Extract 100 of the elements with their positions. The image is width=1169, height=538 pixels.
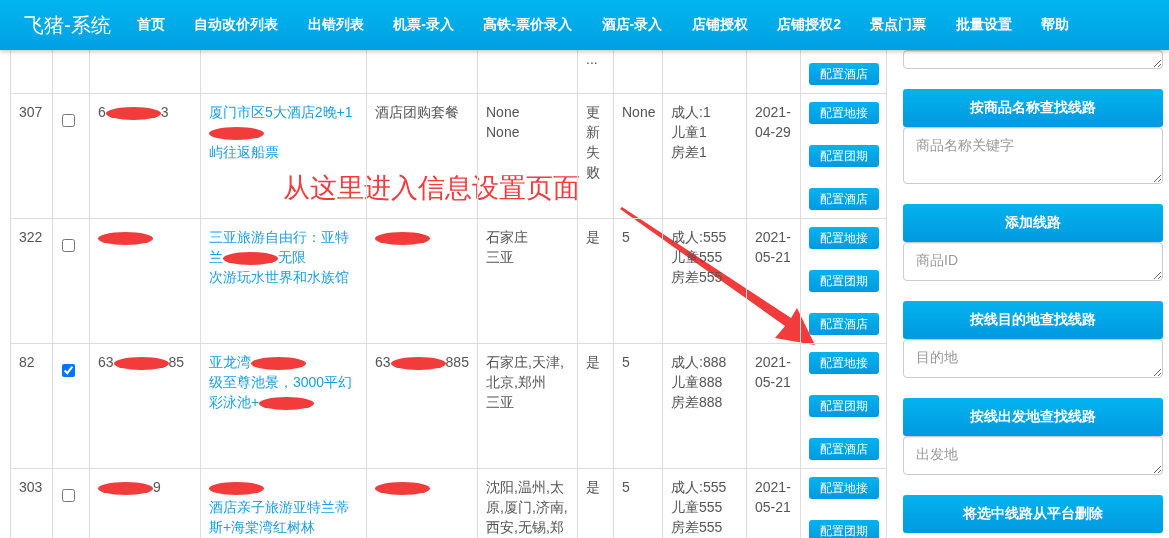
config-button[interactable]: 配置地接 [808, 352, 879, 374]
price-text: 儿童1 [671, 123, 708, 142]
table-cell: 82 [10, 343, 53, 469]
price-text: 房差1 [671, 143, 708, 162]
date-text: 2021-05-21 [755, 228, 792, 267]
code-text: 85 [168, 354, 185, 370]
price-text: 儿童555 [671, 498, 724, 517]
row-checkbox[interactable] [62, 364, 75, 377]
nav-link[interactable]: 机票-录入 [393, 16, 454, 34]
date-text: 2021-05-21 [755, 353, 792, 392]
price-text: 成人:555 [671, 228, 728, 247]
redaction-mark [251, 356, 306, 370]
status-text: ... [586, 51, 598, 67]
redaction-mark [375, 231, 430, 245]
city-text: 三亚 [486, 248, 515, 267]
title-link[interactable]: 级至尊池景，3000平幻 [209, 374, 353, 390]
config-button[interactable]: 配置团期 [808, 520, 879, 538]
nav-link[interactable]: 批量设置 [956, 16, 1012, 34]
nav-link[interactable]: 景点门票 [870, 16, 927, 34]
nav-link[interactable]: 店铺授权 [691, 16, 748, 34]
city-text: 石家庄,天津, [486, 353, 565, 372]
status-text: 是 [586, 478, 600, 497]
table-cell: 307 [10, 93, 53, 219]
city-text: 原,厦门,济南, [486, 498, 569, 517]
nav-link[interactable]: 帮助 [1041, 16, 1070, 34]
redaction-mark [209, 126, 264, 140]
redaction-mark [375, 481, 430, 495]
title-link[interactable]: 亚龙湾 [209, 354, 251, 370]
city-text: 西安,无锡,郑 [486, 518, 565, 537]
status-text: 更新失败 [586, 103, 600, 182]
price-text: 房差888 [671, 393, 724, 412]
price-text: 儿童888 [671, 373, 724, 392]
code-text: 9 [153, 479, 161, 495]
redaction-mark [223, 251, 278, 265]
nav-link[interactable]: 酒店-录入 [601, 16, 663, 34]
code-text: 885 [445, 354, 469, 370]
config-button[interactable]: 配置酒店 [808, 313, 879, 335]
config-button[interactable]: 配置酒店 [808, 63, 879, 85]
input-field[interactable]: 出发地 [903, 436, 1163, 475]
title-link[interactable]: 次游玩水世界和水族馆 [209, 269, 349, 285]
nav-link[interactable]: 出错列表 [307, 16, 364, 34]
app-brand[interactable]: 飞猪-系统 [24, 11, 111, 39]
product-id-field[interactable] [903, 50, 1163, 69]
redaction-mark [259, 396, 315, 410]
price-text: 房差555 [671, 518, 724, 537]
city-text: None [486, 123, 521, 142]
code-text: 3 [160, 104, 169, 120]
price-text: 成人:888 [671, 353, 728, 372]
config-button[interactable]: 配置酒店 [808, 188, 879, 210]
nav-link[interactable]: 店铺授权2 [777, 16, 841, 34]
city-text: 石家庄 [486, 228, 529, 247]
input-field[interactable]: 目的地 [903, 339, 1163, 378]
nav-link[interactable]: 自动改价列表 [194, 16, 279, 34]
row-checkbox[interactable] [62, 489, 75, 502]
code-text: 酒店团购套餐 [375, 104, 459, 120]
city-text: None [486, 103, 521, 122]
title-link[interactable]: 酒店亲子旅游亚特兰蒂 [209, 499, 349, 515]
config-button[interactable]: 配置团期 [808, 395, 879, 417]
code-text: 6 [98, 104, 106, 120]
table-cell: 5 [613, 343, 663, 469]
redaction-mark [105, 106, 161, 120]
title-link[interactable]: 无限 [278, 249, 306, 265]
search-button[interactable]: 按商品名称查找线路 [903, 89, 1163, 127]
row-checkbox[interactable] [62, 114, 75, 127]
search-button[interactable]: 添加线路 [903, 204, 1163, 242]
redaction-mark [209, 481, 264, 495]
date-text: 2021-05-21 [755, 478, 792, 517]
redaction-mark [390, 356, 446, 370]
config-button[interactable]: 配置地接 [808, 477, 879, 499]
table-cell: 303 [10, 468, 53, 538]
row-checkbox[interactable] [62, 239, 75, 252]
status-text: 是 [586, 228, 600, 247]
title-link[interactable]: 彩泳池+ [209, 394, 260, 410]
title-link[interactable]: 三亚旅游自由行：亚特 [209, 229, 349, 245]
nav-link[interactable]: 首页 [136, 16, 165, 34]
title-link[interactable]: 斯+海棠湾红树林 [209, 519, 316, 535]
city-text: 沈阳,温州,太 [486, 478, 565, 497]
config-button[interactable]: 配置团期 [808, 270, 879, 292]
title-link[interactable]: 兰 [209, 249, 223, 265]
input-field[interactable]: 商品名称关键字 [903, 127, 1163, 184]
price-text: 成人:555 [671, 478, 728, 497]
redaction-mark [113, 356, 169, 370]
redaction-mark [98, 481, 153, 495]
nav-link[interactable]: 高铁-票价录入 [483, 16, 572, 34]
title-link[interactable]: 厦门市区5大酒店2晚+1 [209, 104, 353, 120]
table-cell: 322 [10, 218, 53, 344]
city-text: 三亚 [486, 393, 515, 412]
delete-button[interactable]: 将选中线路从平台删除 [903, 495, 1163, 533]
config-button[interactable]: 配置酒店 [808, 438, 879, 460]
config-button[interactable]: 配置地接 [808, 102, 879, 124]
search-button[interactable]: 按线出发地查找线路 [903, 398, 1163, 436]
config-button[interactable]: 配置团期 [808, 145, 879, 167]
date-text: 2021-04-29 [755, 103, 792, 142]
status-text: 是 [586, 353, 600, 372]
title-link[interactable]: 屿往返船票 [209, 144, 279, 160]
input-field[interactable]: 商品ID [903, 242, 1163, 281]
config-button[interactable]: 配置地接 [808, 227, 879, 249]
redaction-mark [98, 231, 153, 245]
search-button[interactable]: 按线目的地查找线路 [903, 301, 1163, 339]
city-text: 北京,郑州 [486, 373, 547, 392]
